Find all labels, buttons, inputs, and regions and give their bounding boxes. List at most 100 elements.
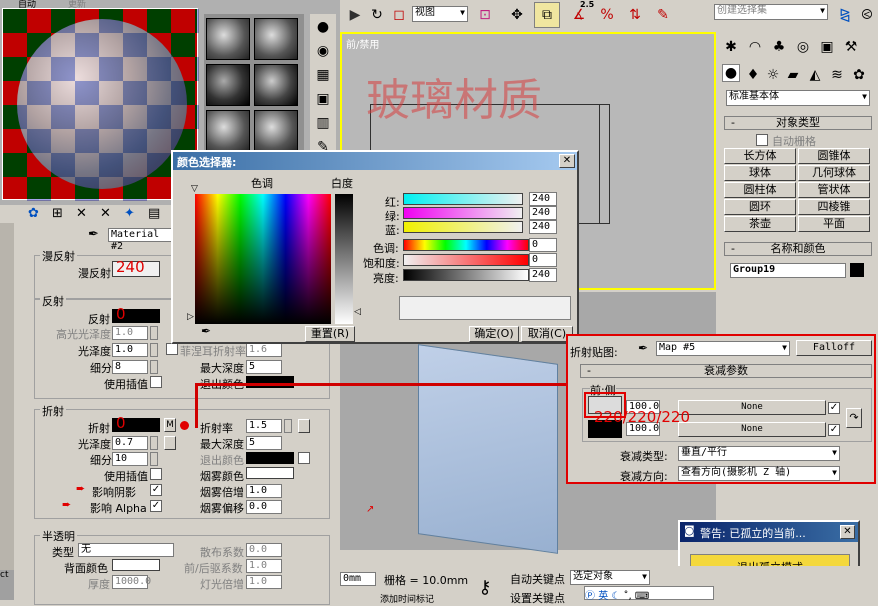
thick-field[interactable]: 1000.0 <box>112 575 151 589</box>
refract-gloss-field[interactable]: 0.7 <box>112 436 148 450</box>
slot-1[interactable] <box>206 18 250 60</box>
falloff-type-select[interactable]: 垂直/平行 ▼ <box>678 446 840 461</box>
side-map-button[interactable]: None <box>678 422 826 437</box>
geosphere-button[interactable]: 几何球体 <box>798 165 870 181</box>
motion-tab-icon[interactable]: ◎ <box>792 36 814 58</box>
scale-icon[interactable]: ◻ <box>388 4 410 26</box>
align-icon[interactable]: ⧀ <box>856 4 878 26</box>
color-picker-close-button[interactable]: ✕ <box>559 154 575 168</box>
slot-6[interactable] <box>254 110 298 152</box>
refract-interp-checkbox[interactable] <box>150 468 162 480</box>
ior-field[interactable]: 1.5 <box>246 419 282 433</box>
reset-icon[interactable]: ✕ <box>76 206 87 221</box>
modify-tab-icon[interactable]: ◠ <box>744 36 766 58</box>
percent-snap-icon[interactable]: % <box>596 4 618 26</box>
refract-gloss-spinner[interactable] <box>150 436 158 450</box>
selected-dropdown[interactable]: 选定对象 ▼ <box>570 570 650 585</box>
blue-field[interactable]: 240 <box>529 220 557 234</box>
fog-mult-field[interactable]: 1.0 <box>246 484 282 498</box>
slot-2[interactable] <box>254 18 298 60</box>
reflect-exit-color-swatch[interactable] <box>246 376 294 388</box>
pyramid-button[interactable]: 四棱锥 <box>798 199 870 215</box>
selection-set-dropdown[interactable]: 创建选择集 ▼ <box>714 4 828 20</box>
fresnel-field[interactable]: 1.6 <box>246 343 282 357</box>
side-map-checkbox[interactable]: ✓ <box>828 424 840 436</box>
front-map-button[interactable]: None <box>678 400 826 415</box>
background-icon[interactable]: ▦ <box>312 64 334 86</box>
auto-key-button[interactable]: 自动关键点 <box>510 571 565 587</box>
sat-field[interactable]: 0 <box>529 253 557 267</box>
fog-color-swatch[interactable] <box>246 467 294 479</box>
hue-slider[interactable] <box>403 239 529 251</box>
video-check-icon[interactable]: ▥ <box>312 112 334 134</box>
refract-max-depth-field[interactable]: 5 <box>246 436 282 450</box>
material-sample-large[interactable] <box>2 8 199 201</box>
fb-field[interactable]: 1.0 <box>246 559 282 573</box>
refract-map-button[interactable]: M <box>164 418 176 432</box>
delete-icon[interactable]: ✕ <box>100 206 111 221</box>
select-move-icon[interactable]: ▶ <box>344 4 366 26</box>
reflect-subdiv-field[interactable]: 8 <box>112 360 148 374</box>
lights-icon[interactable]: ☼ <box>762 64 784 86</box>
ior-spinner[interactable] <box>284 419 292 433</box>
blue-slider[interactable] <box>403 221 523 233</box>
light-mult-field[interactable]: 1.0 <box>246 575 282 589</box>
put-to-scene-icon[interactable]: ⊞ <box>52 206 63 221</box>
falloff-type-button[interactable]: Falloff <box>796 340 872 356</box>
systems-icon[interactable]: ✿ <box>848 64 870 86</box>
reflect-subdiv-spinner[interactable] <box>150 360 158 374</box>
reflect-gloss-field[interactable]: 1.0 <box>112 343 148 357</box>
shapes-icon[interactable]: ♦ <box>742 64 764 86</box>
teapot-button[interactable]: 茶壶 <box>724 216 796 232</box>
scatter-field[interactable]: 0.0 <box>246 543 282 557</box>
fresnel-checkbox[interactable] <box>166 343 178 355</box>
value-slider[interactable] <box>403 269 529 281</box>
hilight-spinner[interactable] <box>150 326 158 340</box>
name-color-rollout[interactable]: - 名称和颜色 <box>724 242 872 256</box>
set-key-button[interactable]: 设置关键点 <box>510 590 565 606</box>
cone-button[interactable]: 圆锥体 <box>798 148 870 164</box>
named-sel-icon[interactable]: ✎ <box>652 4 674 26</box>
slot-4[interactable] <box>254 64 298 106</box>
red-slider[interactable] <box>403 193 523 205</box>
cameras-icon[interactable]: ▰ <box>782 64 804 86</box>
zoom-value-field[interactable]: 0mm <box>340 572 376 586</box>
pick-map-icon[interactable]: ✒ <box>638 341 648 355</box>
sat-slider[interactable] <box>403 254 529 266</box>
refract-subdiv-field[interactable]: 10 <box>112 452 148 466</box>
create-tab-icon[interactable]: ✱ <box>720 36 742 58</box>
fog-bias-field[interactable]: 0.0 <box>246 500 282 514</box>
geometry-icon[interactable]: ● <box>722 64 740 82</box>
cylinder-button[interactable]: 圆柱体 <box>724 182 796 198</box>
hue-spectrum[interactable] <box>195 194 331 324</box>
tube-button[interactable]: 管状体 <box>798 182 870 198</box>
refract-exit-color-checkbox[interactable] <box>298 452 310 464</box>
ior-map-button[interactable] <box>298 419 310 433</box>
autogrid-checkbox[interactable] <box>756 134 768 146</box>
snap-3d-icon[interactable]: ⧉ <box>534 2 560 28</box>
object-color-swatch[interactable] <box>850 263 864 277</box>
torus-button[interactable]: 圆环 <box>724 199 796 215</box>
helpers-icon[interactable]: ◭ <box>804 64 826 86</box>
refract-subdiv-spinner[interactable] <box>150 452 158 466</box>
eyedropper-icon[interactable]: ✒ <box>201 324 211 338</box>
sample-type-icon[interactable]: ● <box>312 16 334 38</box>
hue-field[interactable]: 0 <box>529 238 557 252</box>
plane-button[interactable]: 平面 <box>798 216 870 232</box>
pick-material-icon[interactable]: ✒ <box>88 227 99 242</box>
map-name-field[interactable]: Map #5 ▼ <box>656 341 790 356</box>
select-manipulate-icon[interactable]: ✥ <box>506 4 528 26</box>
red-field[interactable]: 240 <box>529 192 557 206</box>
mirror-icon[interactable]: ⧎ <box>834 4 856 26</box>
hilight-field[interactable]: 1.0 <box>112 326 148 340</box>
primitive-type-dropdown[interactable]: 标准基本体 ▼ <box>726 90 870 106</box>
back-color-swatch[interactable] <box>112 559 160 571</box>
slot-3[interactable] <box>206 64 250 106</box>
value-field[interactable]: 240 <box>529 268 557 282</box>
reflect-gloss-spinner[interactable] <box>150 343 158 357</box>
key-icon[interactable]: ⚷ <box>474 576 496 598</box>
unique-icon[interactable]: ✦ <box>124 206 135 221</box>
refract-gloss-map-button[interactable] <box>164 436 176 450</box>
ime-lang-label[interactable]: 英 <box>598 591 608 602</box>
whiteness-bar[interactable] <box>335 194 353 324</box>
